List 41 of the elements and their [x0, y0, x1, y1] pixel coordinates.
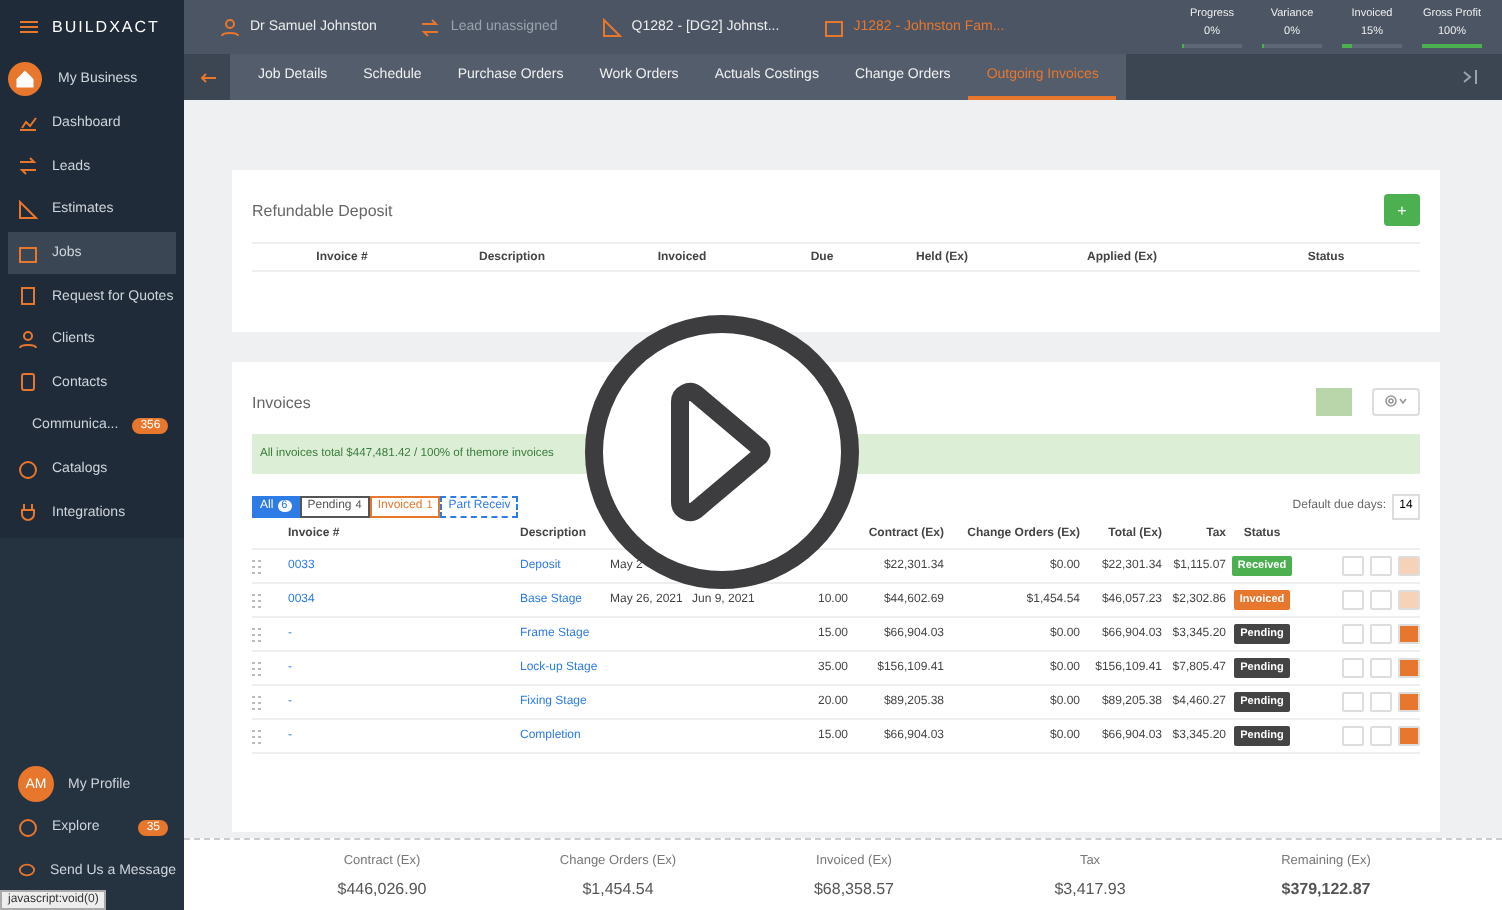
total-value: $68,358.57: [813, 879, 895, 897]
more-button[interactable]: [1398, 590, 1420, 610]
copy-button[interactable]: [1342, 726, 1364, 746]
chart-icon: [18, 113, 38, 134]
more-button[interactable]: [1398, 726, 1420, 746]
total-value: $1,454.54: [582, 879, 654, 897]
email-button[interactable]: [1370, 658, 1392, 678]
arrows-icon: [18, 156, 38, 177]
total-value: $379,122.87: [1281, 879, 1371, 897]
back-arrow-icon[interactable]: [199, 71, 215, 83]
section-title: Invoices: [252, 393, 311, 411]
section-title: Refundable Deposit: [252, 201, 393, 219]
copy-button[interactable]: [1342, 658, 1364, 678]
email-button[interactable]: [1370, 692, 1392, 712]
person-icon: [18, 329, 38, 350]
gear-icon: [1384, 393, 1408, 407]
color-swatch[interactable]: [1316, 388, 1352, 416]
total-value: $446,026.90: [337, 879, 427, 897]
email-button[interactable]: [1370, 556, 1392, 576]
copy-button[interactable]: [1342, 624, 1364, 644]
more-button[interactable]: [1398, 658, 1420, 678]
more-button[interactable]: [1398, 624, 1420, 644]
arrows-icon: [420, 17, 441, 37]
collapse-icon[interactable]: [1462, 70, 1478, 84]
more-button[interactable]: [1398, 556, 1420, 576]
ruler-icon: [18, 199, 38, 220]
home-icon: [8, 61, 42, 95]
menu-icon[interactable]: [20, 20, 38, 34]
person-icon: [220, 17, 240, 37]
email-button[interactable]: [1370, 590, 1392, 610]
copy-button[interactable]: [1342, 590, 1364, 610]
plug-icon: [18, 502, 38, 523]
settings-button[interactable]: [1372, 388, 1420, 416]
total-value: $3,417.93: [1054, 879, 1126, 897]
email-button[interactable]: [1370, 726, 1392, 746]
more-button[interactable]: [1398, 692, 1420, 712]
copy-button[interactable]: [1342, 692, 1364, 712]
ruler-icon: [601, 17, 622, 37]
logo: BUILDXACT: [52, 18, 160, 36]
copy-button[interactable]: [1342, 556, 1364, 576]
email-button[interactable]: [1370, 624, 1392, 644]
